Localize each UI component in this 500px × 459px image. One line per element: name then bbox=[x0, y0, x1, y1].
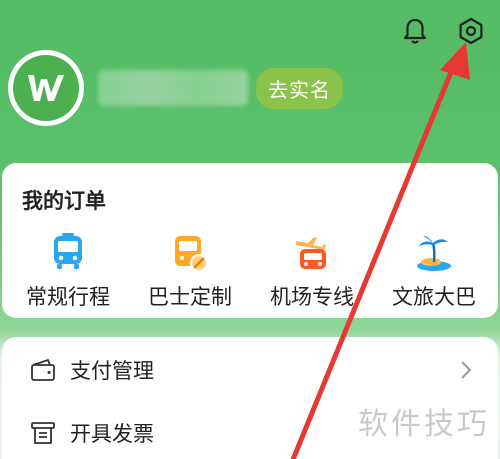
settings-icon[interactable] bbox=[454, 14, 488, 48]
order-label: 机场专线 bbox=[270, 285, 354, 309]
menu-item-label: 支付管理 bbox=[70, 359, 154, 383]
airport-bus-icon bbox=[296, 237, 326, 269]
avatar[interactable] bbox=[8, 50, 84, 126]
brand-logo-icon bbox=[13, 55, 79, 121]
order-label: 常规行程 bbox=[26, 285, 110, 309]
palm-island-icon bbox=[417, 235, 451, 271]
watermark-text: 软件技巧 bbox=[358, 407, 490, 442]
wallet-icon bbox=[31, 359, 55, 381]
bell-icon[interactable] bbox=[398, 14, 432, 48]
orders-title: 我的订单 bbox=[22, 189, 106, 213]
order-item-airport-line[interactable]: 机场专线 bbox=[262, 233, 362, 311]
menu-item-label: 开具发票 bbox=[70, 422, 154, 446]
chevron-right-icon bbox=[461, 361, 472, 379]
orders-card: 我的订单 常规行程 巴士定制 机场专线 文旅大巴 bbox=[2, 163, 498, 318]
order-item-custom-bus[interactable]: 巴士定制 bbox=[140, 233, 240, 311]
orders-row: 常规行程 巴士定制 机场专线 文旅大巴 bbox=[2, 233, 498, 311]
username-redacted bbox=[98, 70, 248, 106]
menu-item-payment[interactable]: 支付管理 bbox=[2, 340, 498, 400]
order-label: 文旅大巴 bbox=[392, 285, 476, 309]
invoice-icon bbox=[31, 422, 55, 444]
order-item-tourism-bus[interactable]: 文旅大巴 bbox=[384, 233, 484, 311]
order-label: 巴士定制 bbox=[148, 285, 232, 309]
bus-icon bbox=[54, 233, 82, 269]
order-item-regular-trip[interactable]: 常规行程 bbox=[18, 233, 118, 311]
verify-identity-button[interactable]: 去实名 bbox=[256, 67, 343, 109]
custom-bus-icon bbox=[175, 236, 208, 272]
profile-section: 去实名 bbox=[8, 50, 343, 126]
header-actions bbox=[398, 14, 488, 48]
